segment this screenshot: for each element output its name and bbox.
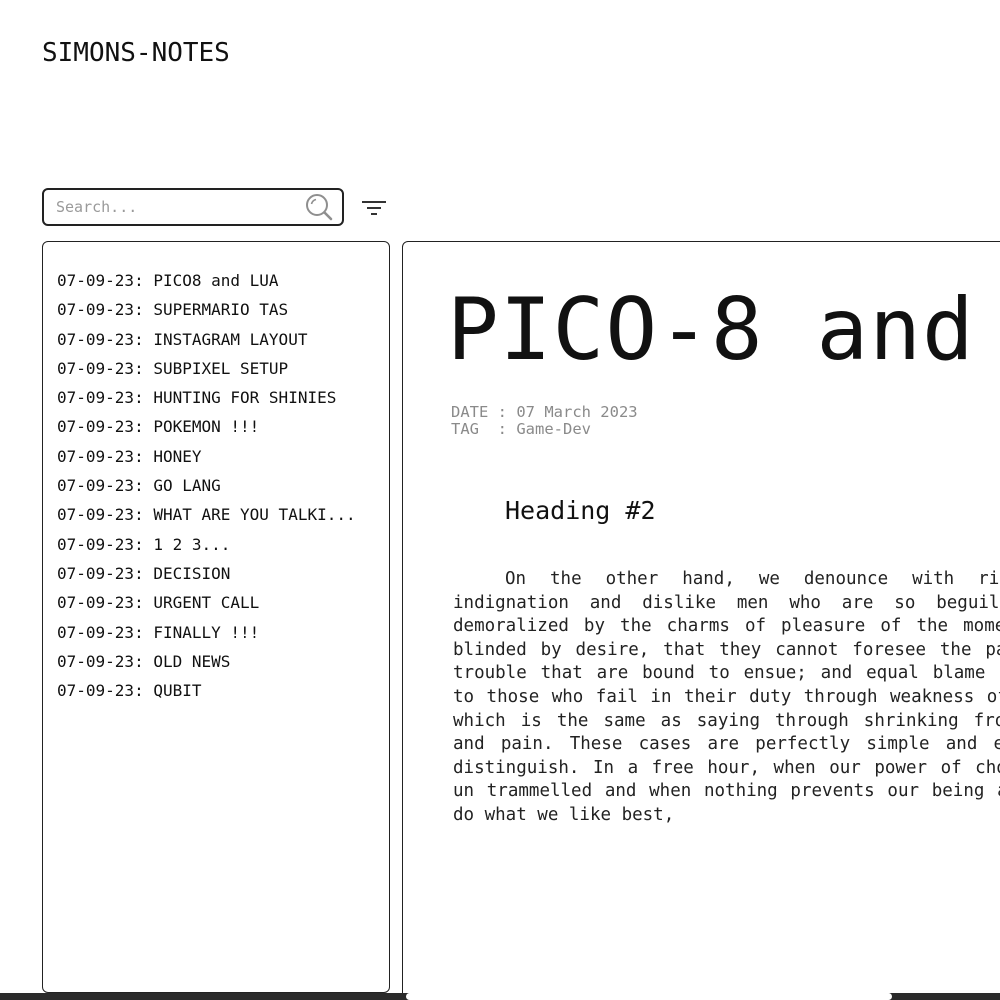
note-heading: Heading #2 <box>505 496 656 525</box>
note-list-item[interactable]: 07-09-23: POKEMON !!! <box>57 412 389 441</box>
note-title: PICO-8 and <box>447 280 975 380</box>
app-window: SIMONS-NOTES 07-09-23: PICO8 and LUA 07-… <box>0 0 1000 1000</box>
note-list-item[interactable]: 07-09-23: HUNTING FOR SHINIES <box>57 383 389 412</box>
note-list-item[interactable]: 07-09-23: DECISION <box>57 559 389 588</box>
note-date: DATE : 07 March 2023 <box>451 403 638 421</box>
note-list-item[interactable]: 07-09-23: SUBPIXEL SETUP <box>57 354 389 383</box>
search-input[interactable] <box>56 198 304 216</box>
note-list-item[interactable]: 07-09-23: URGENT CALL <box>57 588 389 617</box>
note-paragraph: On the other hand, we denounce with righ… <box>453 569 1000 825</box>
scrollbar-thumb[interactable] <box>406 993 892 1000</box>
note-list-item[interactable]: 07-09-23: PICO8 and LUA <box>57 266 389 295</box>
note-list-item[interactable]: 07-09-23: SUPERMARIO TAS <box>57 295 389 324</box>
note-list-item[interactable]: 07-09-23: HONEY <box>57 442 389 471</box>
note-list-item[interactable]: 07-09-23: 1 2 3... <box>57 530 389 559</box>
note-tag: TAG : Game-Dev <box>451 420 591 438</box>
filter-icon[interactable] <box>360 196 388 220</box>
note-content-panel: PICO-8 and DATE : 07 March 2023 TAG : Gam… <box>402 241 1000 1000</box>
search-bar[interactable] <box>42 188 344 226</box>
note-list-item[interactable]: 07-09-23: GO LANG <box>57 471 389 500</box>
search-icon[interactable] <box>304 192 334 222</box>
note-list-item[interactable]: 07-09-23: FINALLY !!! <box>57 618 389 647</box>
note-list-item[interactable]: 07-09-23: INSTAGRAM LAYOUT <box>57 325 389 354</box>
note-metadata: DATE : 07 March 2023 TAG : Game-Dev <box>451 404 638 438</box>
note-list-item[interactable]: 07-09-23: WHAT ARE YOU TALKI... <box>57 500 389 529</box>
site-title[interactable]: SIMONS-NOTES <box>42 38 230 68</box>
note-list-item[interactable]: 07-09-23: QUBIT <box>57 676 389 705</box>
note-list: 07-09-23: PICO8 and LUA 07-09-23: SUPERM… <box>42 241 390 993</box>
note-list-item[interactable]: 07-09-23: OLD NEWS <box>57 647 389 676</box>
